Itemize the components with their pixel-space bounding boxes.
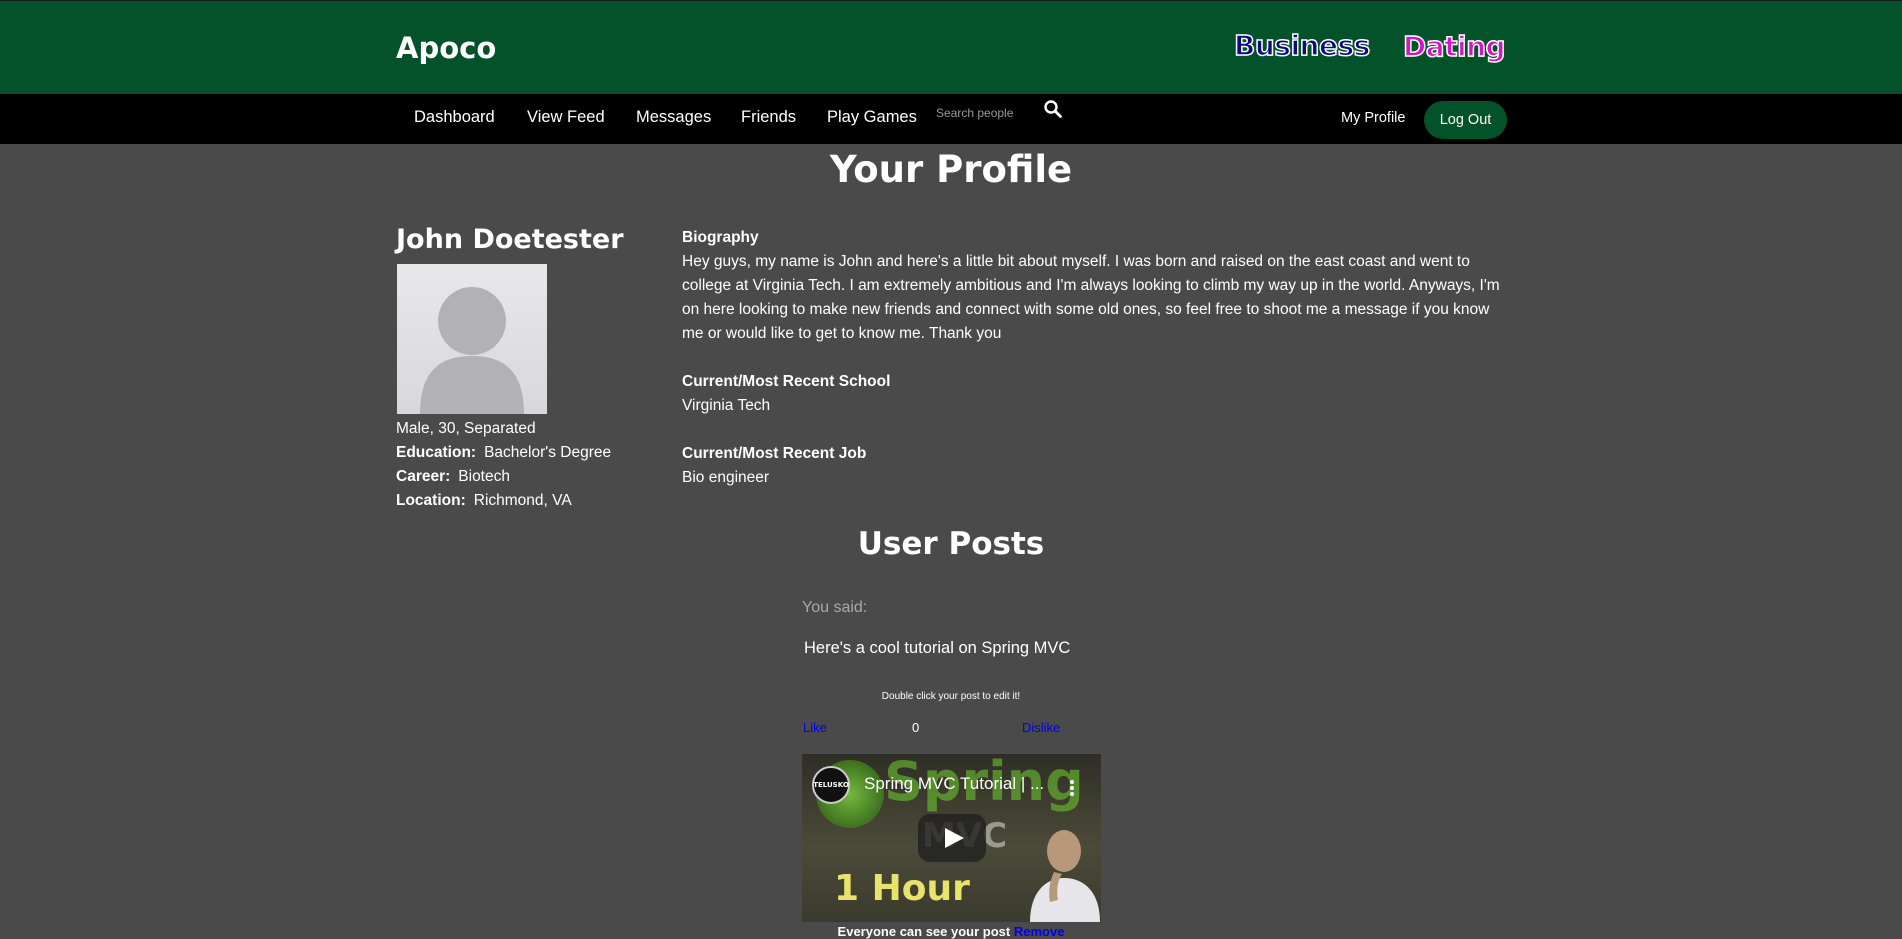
nav-view-feed[interactable]: View Feed xyxy=(527,108,605,127)
embedded-video[interactable]: Spring MVC 1 Hour TELUSKO Spring MVC Tut… xyxy=(802,754,1101,922)
nav-play-games[interactable]: Play Games xyxy=(827,108,917,127)
school-value: Virginia Tech xyxy=(682,397,771,414)
profile-info-column: Biography Hey guys, my name is John and … xyxy=(682,226,1512,514)
top-header: Apoco Business Dating xyxy=(0,0,1902,94)
biography-text: Hey guys, my name is John and here's a l… xyxy=(682,253,1500,342)
default-avatar-icon xyxy=(420,287,524,414)
video-thumb-duration-text: 1 Hour xyxy=(834,868,970,909)
user-posts-title: User Posts xyxy=(857,526,1045,562)
avatar xyxy=(397,264,547,414)
like-count: 0 xyxy=(912,720,920,735)
profile-summary: Male, 30, Separated xyxy=(396,420,536,437)
more-options-icon[interactable] xyxy=(1069,779,1075,797)
location-row: Location: Richmond, VA xyxy=(396,489,611,513)
job-block: Current/Most Recent Job Bio engineer xyxy=(682,442,1512,490)
profile-name: John Doetester xyxy=(396,224,624,255)
search-icon[interactable] xyxy=(1043,99,1063,119)
biography-heading: Biography xyxy=(682,229,759,246)
job-value: Bio engineer xyxy=(682,469,770,486)
channel-badge: TELUSKO xyxy=(812,766,850,804)
career-row: Career: Biotech xyxy=(396,465,611,489)
like-button[interactable]: Like xyxy=(803,720,827,735)
location-value: Richmond, VA xyxy=(473,492,572,509)
post-author: You said: xyxy=(802,599,868,616)
biography-block: Biography Hey guys, my name is John and … xyxy=(682,226,1512,346)
search-people-input[interactable] xyxy=(934,100,1048,126)
nav-dashboard[interactable]: Dashboard xyxy=(414,108,495,127)
nav-friends[interactable]: Friends xyxy=(741,108,796,127)
my-profile-link[interactable]: My Profile xyxy=(1341,110,1405,126)
channel-badge-text: TELUSKO xyxy=(813,781,849,789)
business-mode-link[interactable]: Business xyxy=(1233,28,1371,63)
education-row: Education: Bachelor's Degree xyxy=(396,441,611,465)
education-label: Education: xyxy=(396,444,477,461)
education-value: Bachelor's Degree xyxy=(484,444,612,461)
dislike-button[interactable]: Dislike xyxy=(1022,720,1060,735)
brand-logo[interactable]: Apoco xyxy=(396,31,496,65)
nav-messages[interactable]: Messages xyxy=(636,108,711,127)
post-text[interactable]: Here's a cool tutorial on Spring MVC xyxy=(804,639,1070,658)
school-heading: Current/Most Recent School xyxy=(682,373,891,390)
profile-details: Male, 30, Separated Education: Bachelor's… xyxy=(396,417,611,513)
logout-button[interactable]: Log Out xyxy=(1424,101,1507,139)
career-value: Biotech xyxy=(458,468,510,485)
location-label: Location: xyxy=(396,492,466,509)
page-title: Your Profile xyxy=(829,148,1073,191)
video-title[interactable]: Spring MVC Tutorial | ... xyxy=(864,774,1044,794)
career-label: Career: xyxy=(396,468,451,485)
dating-mode-link[interactable]: Dating xyxy=(1402,29,1506,64)
school-block: Current/Most Recent School Virginia Tech xyxy=(682,370,1512,418)
edit-hint: Double click your post to edit it! xyxy=(881,691,1021,702)
play-icon[interactable] xyxy=(918,814,986,862)
job-heading: Current/Most Recent Job xyxy=(682,445,867,462)
